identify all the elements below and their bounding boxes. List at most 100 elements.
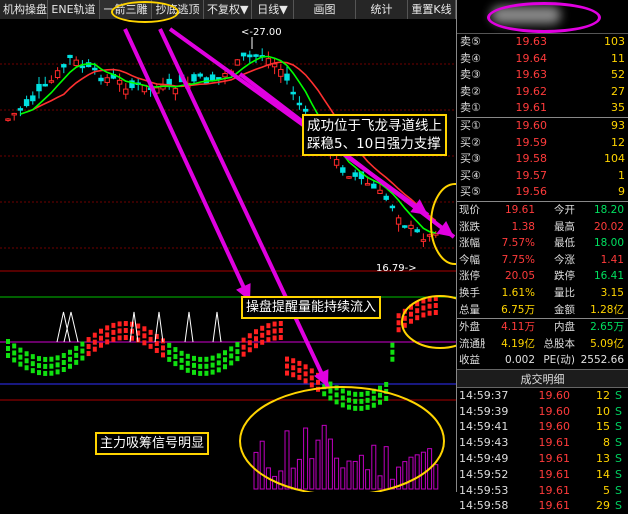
stat-v1: 1.38 bbox=[511, 220, 535, 233]
ask-vol: 103 bbox=[604, 35, 625, 48]
candle-body bbox=[67, 54, 73, 59]
tab-7[interactable]: 统计 bbox=[356, 0, 408, 19]
deal-vol: 12 bbox=[596, 388, 610, 402]
deal-flag: S bbox=[615, 452, 622, 466]
tab-4[interactable]: 不复权▼ bbox=[204, 0, 252, 19]
stat-l1: 换手 bbox=[459, 286, 480, 299]
indicator-dot bbox=[316, 379, 320, 385]
volume-bar bbox=[433, 464, 439, 490]
indicator-dot bbox=[359, 405, 364, 411]
deal-flag: S bbox=[615, 436, 622, 450]
indicator-dot bbox=[235, 356, 240, 362]
indicator-dot bbox=[86, 344, 91, 350]
volume-bar bbox=[315, 439, 321, 490]
indicator-dot bbox=[309, 382, 314, 388]
indicator-dot bbox=[148, 329, 153, 335]
deals-title[interactable]: 成交明细 bbox=[457, 368, 628, 388]
stat-row: 流通股 4.19亿总股本 5.09亿 bbox=[457, 336, 628, 353]
stat-l2: 最低 bbox=[554, 237, 575, 250]
deal-flag: S bbox=[615, 499, 622, 513]
indicator-dot bbox=[266, 337, 271, 343]
indicator-dot bbox=[241, 337, 246, 343]
deal-row: 14:59:39 19.60 10 S bbox=[457, 404, 628, 420]
candle-body bbox=[79, 65, 86, 69]
stat-v1: 1.61% bbox=[501, 286, 535, 299]
tab-6[interactable]: 画图 bbox=[294, 0, 356, 19]
indicator-dot bbox=[285, 370, 289, 376]
indicator-dot bbox=[43, 363, 48, 369]
deal-vol: 8 bbox=[603, 436, 610, 450]
bid-level[interactable]: 买③ 19.58 104 bbox=[457, 151, 628, 168]
indicator-dot bbox=[291, 358, 296, 364]
indicator-dot bbox=[216, 367, 221, 373]
stat-l1: 现价 bbox=[459, 203, 480, 216]
candle-body bbox=[5, 118, 11, 121]
bid-level[interactable]: 买② 19.59 12 bbox=[457, 135, 628, 152]
candle-body bbox=[284, 73, 290, 81]
indicator-dot bbox=[247, 333, 252, 339]
indicator-dot bbox=[92, 339, 97, 345]
tab-1[interactable]: ENE轨道 bbox=[48, 0, 100, 19]
deal-vol: 13 bbox=[596, 452, 610, 466]
candle-body bbox=[116, 79, 123, 85]
indicator-dot bbox=[105, 325, 110, 331]
candle-body bbox=[61, 64, 67, 68]
stat-v1: 6.75万 bbox=[501, 303, 535, 316]
indicator-dot bbox=[303, 371, 308, 377]
indicator-dot bbox=[353, 398, 358, 404]
indicator-dot bbox=[105, 339, 110, 345]
ask-level[interactable]: 卖⑤ 19.63 103 bbox=[457, 34, 628, 51]
tab-3[interactable]: 抄底逃顶 bbox=[152, 0, 204, 19]
tab-8[interactable]: 重置K线 bbox=[408, 0, 456, 19]
bid-level[interactable]: 买⑤ 19.56 9 bbox=[457, 184, 628, 201]
indicator-dot bbox=[61, 353, 66, 359]
indicator-dot bbox=[353, 391, 358, 397]
stat-l2: 今开 bbox=[554, 203, 575, 216]
indicator-dot bbox=[167, 356, 172, 362]
bid-level[interactable]: 买④ 19.57 1 bbox=[457, 168, 628, 185]
stat-l2: 金额 bbox=[554, 303, 575, 316]
ask-vol: 11 bbox=[611, 51, 625, 65]
bid-level[interactable]: 买① 19.60 93 bbox=[457, 118, 628, 135]
candle-body bbox=[346, 176, 352, 179]
deal-time: 14:59:58 bbox=[459, 499, 509, 513]
stat-v2: 16.41 bbox=[593, 270, 624, 283]
indicator-spike bbox=[212, 311, 222, 343]
indicator-dot bbox=[24, 351, 29, 357]
stat-v2: 2552.66 bbox=[580, 354, 624, 367]
tab-2[interactable]: 一箭三雕 bbox=[100, 0, 152, 19]
stat-row: 换手 1.61% 量比 3.15 bbox=[457, 285, 628, 302]
deal-vol: 14 bbox=[596, 467, 610, 481]
indicator-dot bbox=[272, 321, 277, 327]
deal-row: 14:59:43 19.61 8 S bbox=[457, 435, 628, 451]
ask-level[interactable]: 卖② 19.62 27 bbox=[457, 84, 628, 101]
tab-0[interactable]: 机构操盘 bbox=[0, 0, 48, 19]
candle-body bbox=[92, 67, 98, 71]
indicator-dot bbox=[427, 310, 432, 316]
bid-label: 买① bbox=[460, 118, 481, 132]
stat-l1: 外盘 bbox=[459, 321, 480, 334]
deal-time: 14:59:43 bbox=[459, 436, 509, 450]
deal-flag: S bbox=[615, 388, 622, 402]
tab-5[interactable]: 日线▼ bbox=[252, 0, 294, 19]
candle-body bbox=[104, 77, 110, 83]
ask-level[interactable]: 卖③ 19.63 52 bbox=[457, 67, 628, 84]
indicator-dot bbox=[396, 327, 401, 333]
indicator-dot bbox=[365, 404, 370, 410]
candle-body bbox=[352, 172, 358, 177]
indicator-dot bbox=[421, 312, 426, 318]
indicator-dot bbox=[192, 369, 196, 375]
ask-level[interactable]: 卖④ 19.64 11 bbox=[457, 51, 628, 68]
volume-bar bbox=[377, 475, 383, 490]
volume-bar bbox=[334, 457, 340, 490]
ask-level[interactable]: 卖① 19.61 35 bbox=[457, 100, 628, 117]
indicator-dot bbox=[99, 342, 103, 348]
stat-v2: 1.41 bbox=[600, 253, 624, 266]
indicator-dot bbox=[117, 328, 122, 334]
bid-label: 买② bbox=[460, 135, 481, 149]
deal-row: 14:59:53 19.61 5 S bbox=[457, 483, 628, 499]
deal-price: 19.61 bbox=[538, 499, 571, 513]
kline-chart[interactable]: <-27.00 16.79-> bbox=[0, 19, 456, 492]
stat-l1: 今幅 bbox=[459, 253, 480, 266]
stat-row: 涨幅 7.57% 最低 18.00 bbox=[457, 235, 628, 252]
